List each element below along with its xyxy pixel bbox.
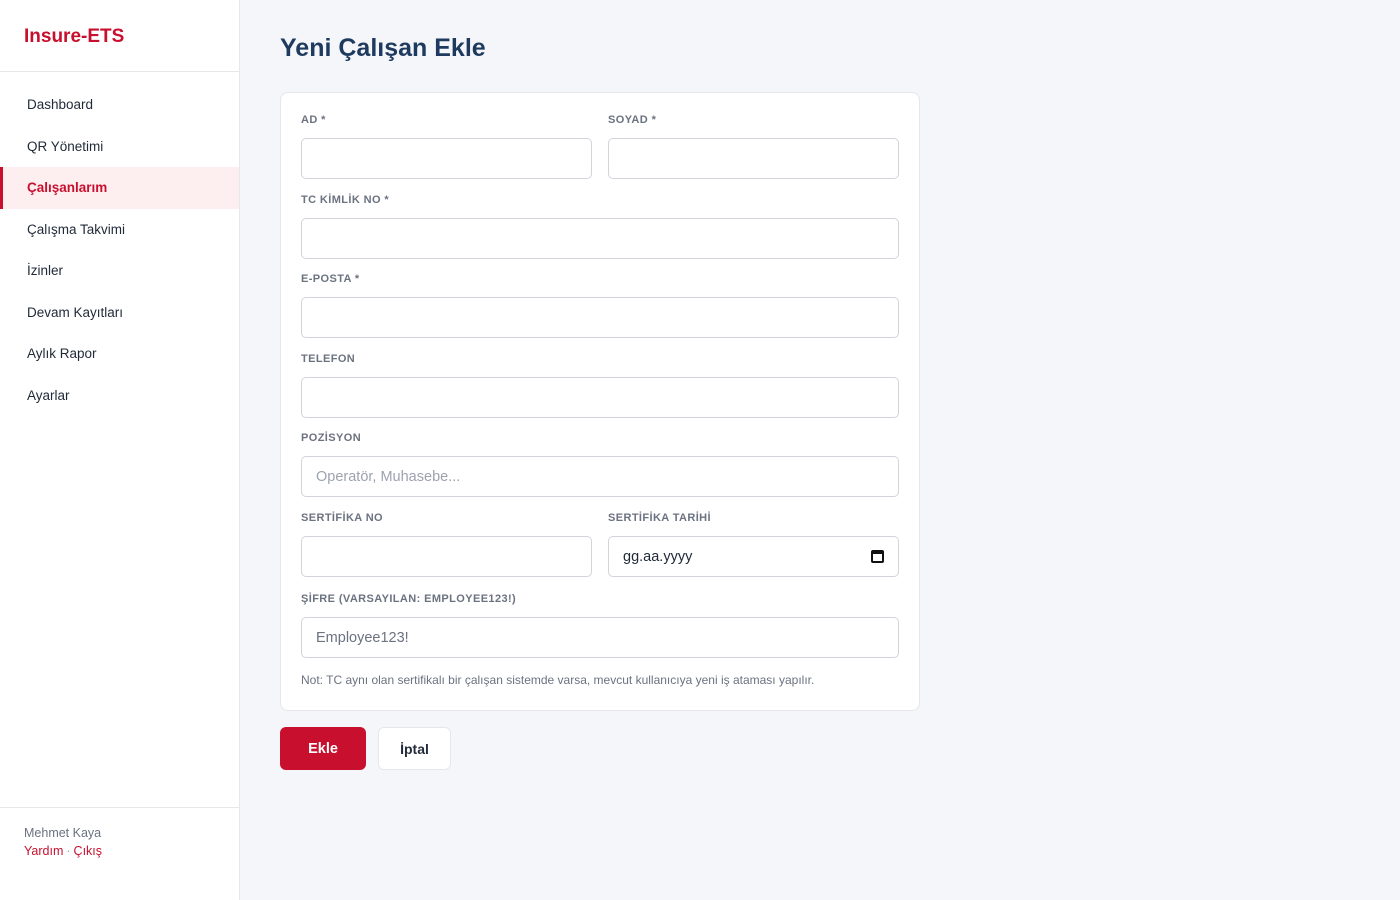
cert-date-input[interactable]: gg.aa.yyyy (608, 536, 899, 577)
sidebar-nav: Dashboard QR Yönetimi Çalışanlarım Çalış… (0, 84, 239, 416)
sidebar-item-calisma-takvimi[interactable]: Çalışma Takvimi (0, 209, 239, 251)
user-name: Mehmet Kaya (24, 826, 102, 840)
footer-separator: · (66, 844, 71, 858)
phone-label: TELEFON (301, 353, 356, 365)
sidebar-item-ayarlar[interactable]: Ayarlar (0, 375, 239, 417)
sidebar-item-label: Aylık Rapor (27, 346, 97, 362)
password-field: ŞİFRE (VARSAYILAN: EMPLOYEE123!) Employe… (301, 593, 899, 658)
position-label: POZİSYON (301, 432, 362, 444)
cert-no-label: SERTİFİKA NO (301, 512, 384, 524)
email-field: E-POSTA * (301, 273, 899, 338)
last-name-input[interactable] (608, 138, 899, 179)
calendar-icon[interactable] (871, 550, 884, 563)
help-link[interactable]: Yardım (24, 844, 63, 858)
sidebar-item-aylik-rapor[interactable]: Aylık Rapor (0, 333, 239, 375)
sidebar-item-label: QR Yönetimi (27, 138, 104, 154)
cancel-button[interactable]: İptal (378, 727, 451, 770)
employee-form-card: AD * SOYAD * TC KİMLİK NO * E-POSTA * TE… (280, 92, 920, 711)
position-input[interactable]: Operatör, Muhasebe... (301, 456, 899, 497)
password-label: ŞİFRE (VARSAYILAN: EMPLOYEE123!) (301, 593, 517, 605)
first-name-field: AD * (301, 114, 592, 179)
sidebar-item-devam-kayitlari[interactable]: Devam Kayıtları (0, 292, 239, 334)
page-title: Yeni Çalışan Ekle (280, 34, 486, 62)
footer-links: Yardım · Çıkış (24, 844, 215, 858)
cert-date-label: SERTİFİKA TARİHİ (608, 512, 711, 524)
brand-logo[interactable]: Insure-ETS (0, 0, 239, 72)
sidebar-item-dashboard[interactable]: Dashboard (0, 84, 239, 126)
email-label: E-POSTA * (301, 273, 360, 285)
last-name-label: SOYAD * (608, 114, 657, 126)
phone-field: TELEFON (301, 353, 899, 418)
sidebar-item-label: Devam Kayıtları (27, 304, 124, 320)
tc-no-field: TC KİMLİK NO * (301, 194, 899, 259)
sidebar-item-qr-yonetimi[interactable]: QR Yönetimi (0, 126, 239, 168)
sidebar-item-label: Dashboard (27, 97, 94, 113)
sidebar-item-izinler[interactable]: İzinler (0, 250, 239, 292)
sidebar-item-label: İzinler (27, 263, 64, 279)
password-input[interactable]: Employee123! (301, 617, 899, 658)
cert-no-field: SERTİFİKA NO (301, 512, 592, 577)
cert-date-placeholder: gg.aa.yyyy (623, 548, 693, 565)
sidebar-item-label: Çalışanlarım (27, 180, 108, 196)
logout-link[interactable]: Çıkış (74, 844, 102, 858)
email-input[interactable] (301, 297, 899, 338)
first-name-input[interactable] (301, 138, 592, 179)
add-button[interactable]: Ekle (280, 727, 366, 770)
phone-input[interactable] (301, 377, 899, 418)
form-note: Not: TC aynı olan sertifikalı bir çalışa… (301, 673, 815, 687)
position-field: POZİSYON Operatör, Muhasebe... (301, 432, 899, 497)
cert-date-field: SERTİFİKA TARİHİ gg.aa.yyyy (608, 512, 899, 577)
sidebar-item-calisanlarim[interactable]: Çalışanlarım (0, 167, 239, 209)
sidebar-item-label: Çalışma Takvimi (27, 221, 126, 237)
first-name-label: AD * (301, 114, 326, 126)
sidebar-footer: Mehmet Kaya Yardım · Çıkış (0, 807, 239, 900)
sidebar-item-label: Ayarlar (27, 387, 70, 403)
cert-no-input[interactable] (301, 536, 592, 577)
tc-no-input[interactable] (301, 218, 899, 259)
last-name-field: SOYAD * (608, 114, 899, 179)
sidebar: Insure-ETS Dashboard QR Yönetimi Çalışan… (0, 0, 240, 900)
tc-no-label: TC KİMLİK NO * (301, 194, 390, 206)
